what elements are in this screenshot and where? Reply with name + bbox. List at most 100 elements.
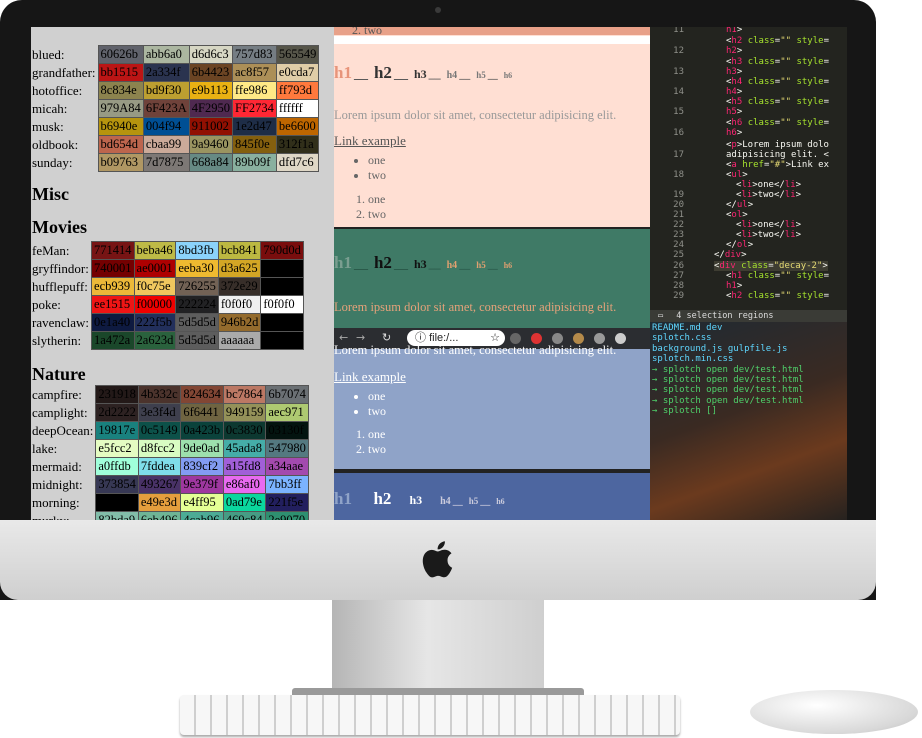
line-number: 12	[673, 46, 684, 56]
color-swatch: 9a9460	[188, 135, 234, 154]
palette-row: deepOcean: 19817e 0c5149 0a423b 0c3830 03130f	[31, 421, 309, 440]
color-swatch: b6940e	[97, 117, 144, 136]
color-swatch: 9e379f	[180, 475, 224, 494]
color-swatch: 004f94	[142, 117, 190, 136]
color-swatch: 6F423A	[142, 99, 190, 118]
color-swatch: 493267	[137, 475, 182, 494]
palette-name: midnight:	[32, 476, 83, 492]
color-swatch: 03130f	[265, 421, 309, 440]
color-swatch: bd654d	[97, 135, 144, 154]
heading-row: h1 __ h2 __ h3 __ h4 __ h5 __ h6	[334, 63, 513, 82]
color-swatch: 2a334f	[142, 63, 190, 82]
palette-table: feMan: 771414 beba46 8bd3fb bcb841 790d0d gryf…	[31, 241, 304, 350]
color-swatch: 0c5149	[137, 421, 182, 440]
chat-extension-icon[interactable]	[615, 333, 626, 344]
palette-row: oldbook: bd654d cbaa99 9a9460 845f0e 312f1a	[31, 135, 320, 154]
color-swatch: d8fcc2	[137, 439, 182, 458]
demo-section-green: h1 __ h2 __ h3 __ h4 __ h5 __ h6 Lorem ipsum …	[334, 229, 650, 329]
color-swatch: 312f1a	[275, 135, 320, 154]
color-swatch: 6eb496	[137, 511, 182, 520]
color-swatch: 740001	[91, 259, 135, 278]
palette-page: blued: 60626b abb6a0 d6d6c3 757d83 565549 gran…	[31, 27, 334, 520]
palette-name: murky:	[32, 512, 70, 521]
color-swatch: 4b332c	[137, 385, 182, 404]
color-swatch: 547980	[265, 439, 309, 458]
palette-row: gryffindor: 740001 ae0001 eeba30 d3a625	[31, 259, 304, 278]
color-swatch: 911002	[188, 117, 234, 136]
palette-name: feMan:	[32, 242, 70, 258]
color-swatch: e4ff95	[180, 493, 224, 512]
color-swatch: dfd7c6	[275, 153, 320, 172]
palette-row: ravenclaw: 0e1a40 222f5b 5d5d5d 946b2d	[31, 313, 304, 332]
palette-name: mermaid:	[32, 458, 82, 474]
line-number: 13	[673, 67, 684, 77]
palette-group-movies: feMan: 771414 beba46 8bd3fb bcb841 790d0d gryf…	[31, 241, 304, 395]
color-swatch: ac8f57	[232, 63, 277, 82]
h5: h5	[476, 260, 486, 270]
misc-heading: Misc	[32, 184, 69, 204]
palette-name: oldbook:	[32, 136, 79, 152]
nature-heading: Nature	[32, 364, 86, 384]
palette-row: feMan: 771414 beba46 8bd3fb bcb841 790d0d	[31, 241, 304, 260]
color-swatch	[260, 259, 304, 278]
color-swatch: 9de0ad	[180, 439, 224, 458]
palette-name: morning:	[32, 494, 80, 510]
color-swatch: 0e1a40	[91, 313, 135, 332]
palette-row: morning: e49e3d e4ff95 0ad79e 221f5e	[31, 493, 309, 512]
palette-row: camplight: 2d2222 3e3f4d 6f6441 949159 aec971	[31, 403, 309, 422]
list-item: one	[368, 389, 386, 404]
line-number: 18	[673, 170, 684, 180]
palette-group-top: blued: 60626b abb6a0 d6d6c3 757d83 565549 gran…	[31, 45, 320, 248]
apple-logo	[422, 541, 453, 578]
h4: h4	[440, 496, 451, 507]
line-number: 22	[673, 220, 684, 230]
palette-row: musk: b6940e 004f94 911002 1e2d47 be6600	[31, 117, 320, 136]
color-swatch: f00000	[133, 295, 177, 314]
color-swatch: 4F2950	[188, 99, 234, 118]
palette-row: micah: 979A84 6F423A 4F2950 FF2734 ffffff	[31, 99, 320, 118]
h2: h2	[373, 253, 392, 272]
color-swatch: d3a625	[217, 259, 262, 278]
h3: h3	[413, 257, 427, 271]
palette-name: lake:	[32, 440, 58, 456]
color-swatch: 222224	[175, 295, 219, 314]
lorem-text: Lorem ipsum dolor sit amet, consectetur …	[334, 300, 617, 314]
lorem-text: Lorem ipsum dolor sit amet, consectetur …	[334, 343, 617, 357]
line-number: 16	[673, 128, 684, 138]
line-number: 25	[673, 250, 684, 260]
color-swatch: 231918	[95, 385, 139, 404]
color-swatch: e5fcc2	[95, 439, 139, 458]
palette-name: slytherin:	[32, 332, 82, 348]
heading-row: h1 h2 h3 h4 __ h5 __ h6	[334, 489, 505, 508]
color-swatch: 668a84	[188, 153, 234, 172]
palette-name: sunday:	[32, 154, 73, 170]
lorem-text: Lorem ipsum dolor sit amet, consectetur …	[334, 108, 617, 122]
palette-name: grandfather:	[32, 64, 96, 80]
demo-page: 2. two h1 __ h2 __ h3 __ h4 __ h5 __ h6 Lorem…	[334, 27, 650, 520]
color-swatch: 6b4423	[188, 63, 234, 82]
link-example[interactable]: Link example	[334, 369, 406, 385]
terminal: README.md dev splotch.css background.js g…	[650, 322, 847, 520]
color-swatch: f0f0f0	[260, 295, 304, 314]
demo-section-blue: Lorem ipsum dolor sit amet, consectetur …	[334, 343, 650, 469]
color-swatch: FF2734	[232, 99, 277, 118]
color-swatch: 4cab96	[180, 511, 224, 520]
color-swatch: a15fd8	[222, 457, 267, 476]
color-swatch	[95, 493, 139, 512]
link-example[interactable]: Link example	[334, 133, 406, 149]
color-swatch: 60626b	[97, 45, 144, 64]
color-swatch: 1a472a	[91, 331, 135, 350]
terminal-line: splotch.min.css	[652, 354, 734, 365]
line-number: 27	[673, 271, 684, 281]
color-swatch: be6600	[275, 117, 320, 136]
list-item: two	[368, 404, 386, 419]
color-swatch: ee1515	[91, 295, 135, 314]
terminal-line: → splotch open dev/test.html	[652, 385, 804, 396]
panel-icon[interactable]: ▭	[658, 311, 663, 321]
editor-status-bar: ▭ 4 selection regions	[650, 310, 847, 322]
color-swatch: d6d6c3	[188, 45, 234, 64]
line-number: 11	[673, 27, 684, 35]
color-swatch: 89b09f	[232, 153, 277, 172]
palette-row: hotoffice: 8c834e bd9f30 e9b113 ffe986 ff793d	[31, 81, 320, 100]
editor-terminal: 11 12 13 14 15 16 17 18 19 20 21 22 23 24 25 26 27 28 29 h…	[650, 27, 847, 520]
